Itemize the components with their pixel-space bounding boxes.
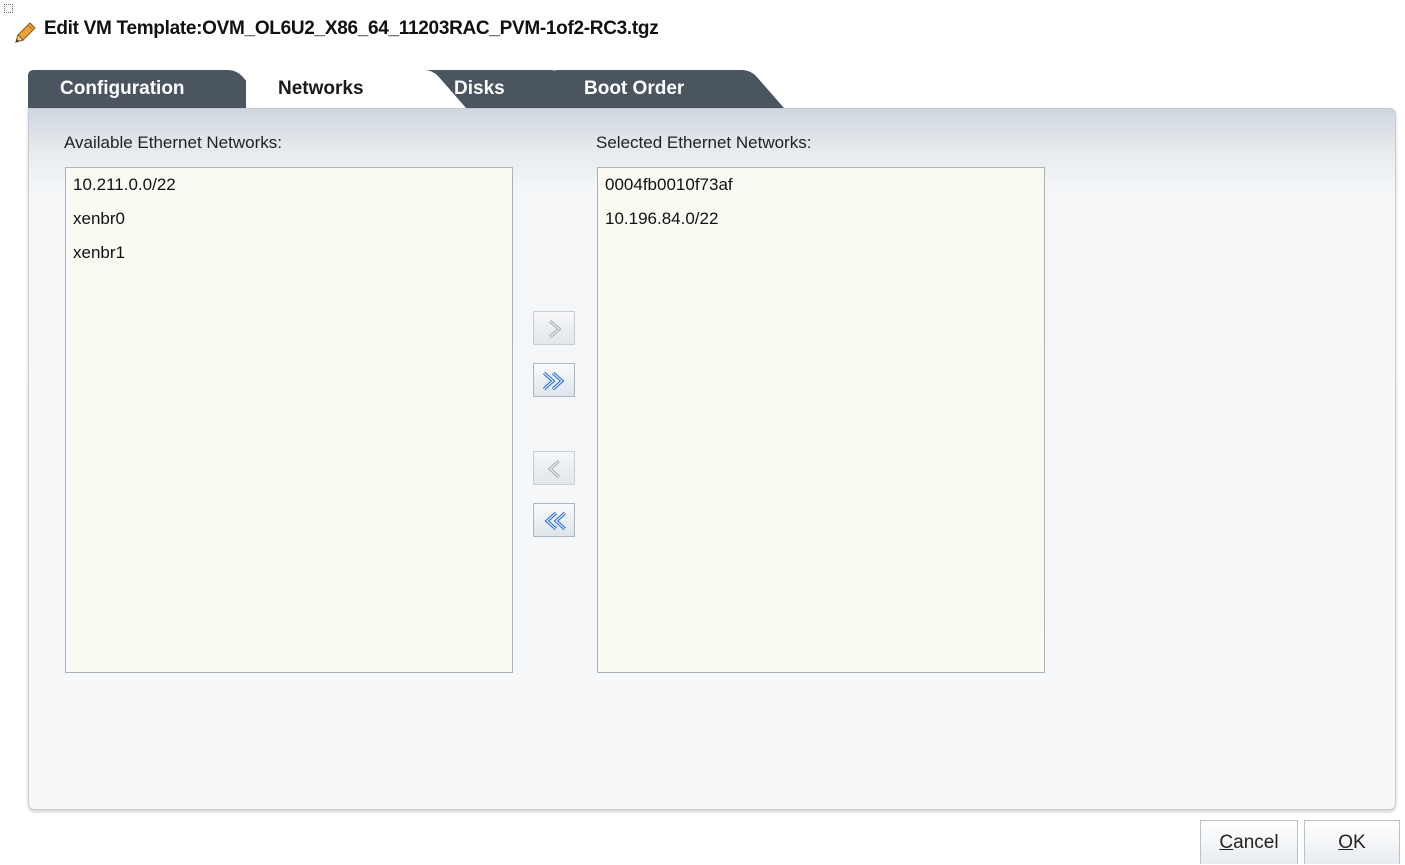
- available-networks-list[interactable]: 10.211.0.0/22 xenbr0 xenbr1: [65, 167, 513, 673]
- tab-strip: Boot Order Disks Configuration Networks: [28, 66, 1398, 108]
- list-item[interactable]: 0004fb0010f73af: [598, 168, 1044, 202]
- list-item[interactable]: xenbr0: [66, 202, 512, 236]
- tab-networks-label: Networks: [278, 78, 364, 99]
- tab-boot-order-label: Boot Order: [584, 78, 685, 99]
- tab-disks-label: Disks: [454, 78, 505, 99]
- available-networks-label: Available Ethernet Networks:: [64, 133, 282, 152]
- tab-networks[interactable]: Networks: [246, 70, 466, 108]
- cancel-label: ancel: [1233, 832, 1279, 853]
- double-chevron-left-icon: [544, 511, 567, 531]
- list-item[interactable]: 10.196.84.0/22: [598, 202, 1044, 236]
- dialog-title-bar: Edit VM Template:OVM_OL6U2_X86_64_11203R…: [0, 0, 1405, 60]
- chevron-right-icon: [549, 319, 562, 339]
- tab-configuration-label: Configuration: [60, 78, 185, 99]
- double-chevron-right-icon: [542, 371, 565, 391]
- cancel-mnemonic: C: [1219, 832, 1234, 853]
- list-item[interactable]: xenbr1: [66, 236, 512, 270]
- move-button[interactable]: [533, 311, 575, 345]
- pencil-icon: [15, 22, 36, 43]
- list-item[interactable]: 10.211.0.0/22: [66, 168, 512, 202]
- move-all-button[interactable]: [533, 363, 575, 397]
- networks-panel: Available Ethernet Networks: Selected Et…: [28, 108, 1396, 810]
- cancel-button[interactable]: Cancel: [1200, 820, 1298, 864]
- ok-button[interactable]: OK: [1304, 820, 1400, 864]
- dialog-title: Edit VM Template:OVM_OL6U2_X86_64_11203R…: [44, 18, 659, 39]
- chevron-left-icon: [547, 459, 560, 479]
- tab-configuration[interactable]: Configuration: [28, 70, 270, 108]
- ok-mnemonic: O: [1338, 832, 1354, 853]
- selected-networks-list[interactable]: 0004fb0010f73af 10.196.84.0/22: [597, 167, 1045, 673]
- ok-label: K: [1353, 832, 1366, 853]
- selected-networks-label: Selected Ethernet Networks:: [596, 133, 812, 152]
- dialog-handle-icon[interactable]: [4, 4, 13, 13]
- remove-button[interactable]: [533, 451, 575, 485]
- remove-all-button[interactable]: [533, 503, 575, 537]
